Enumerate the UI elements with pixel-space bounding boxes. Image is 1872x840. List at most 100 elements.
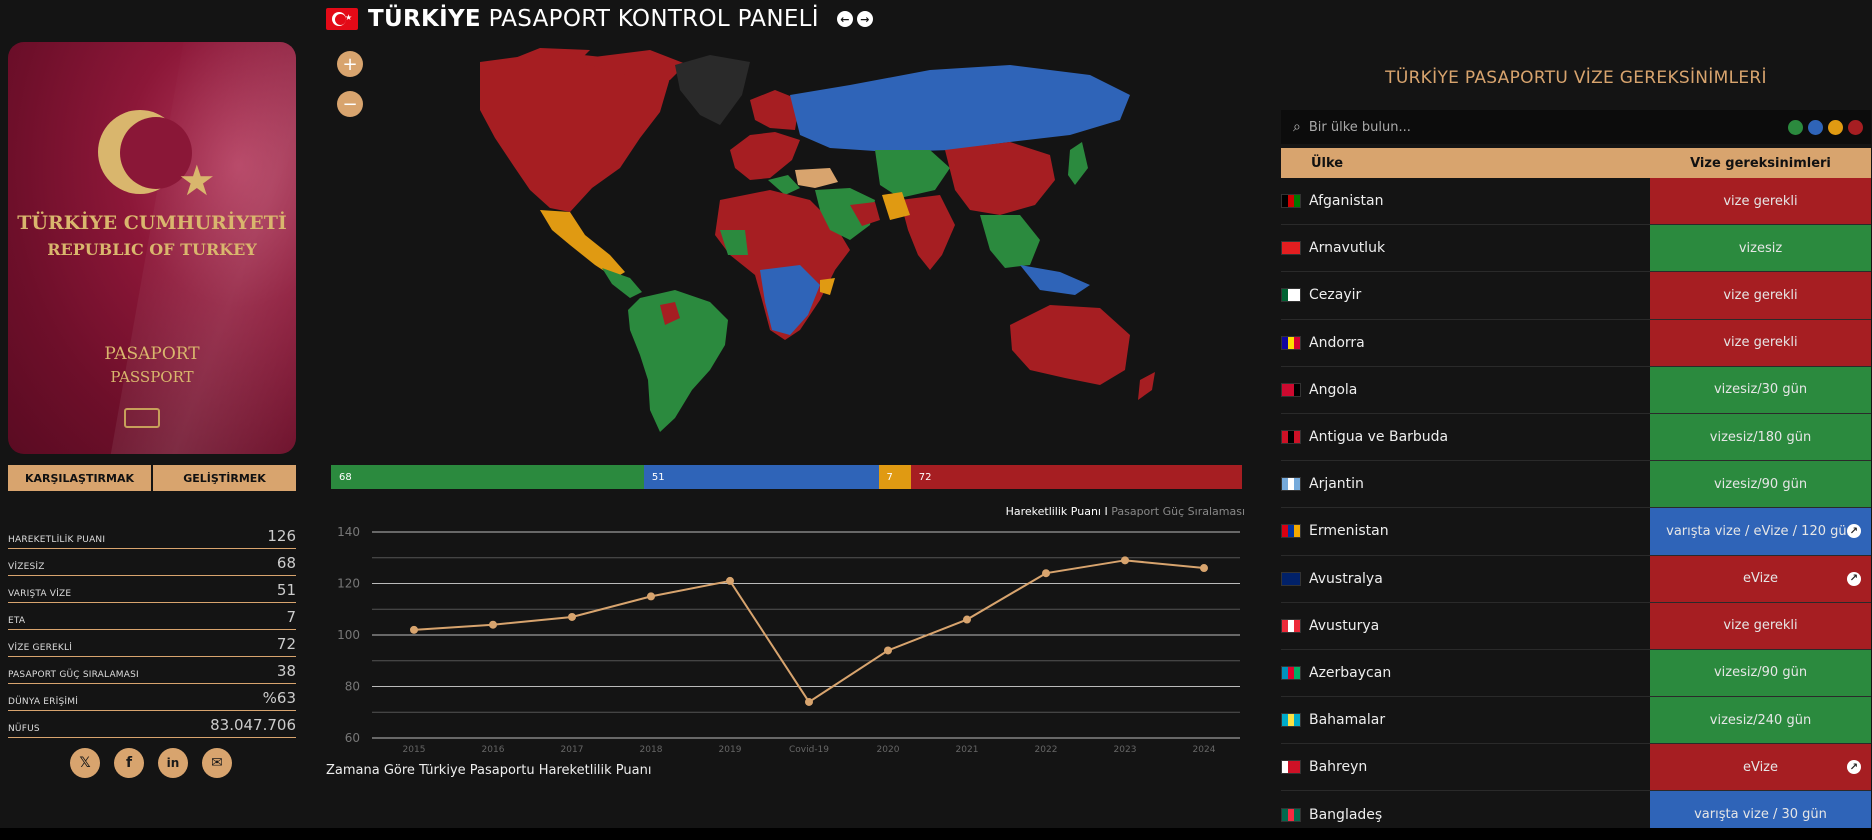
facebook-icon[interactable]: f <box>114 748 144 778</box>
x-tick-label: 2021 <box>956 745 979 755</box>
legend-inactive[interactable]: Pasaport Güç Sıralaması <box>1111 505 1245 518</box>
data-point <box>805 697 813 706</box>
table-row[interactable]: Arnavutluk vizesiz <box>1281 225 1871 273</box>
table-row[interactable]: Bahamalar vizesiz/240 gün <box>1281 697 1871 745</box>
x-icon[interactable]: 𝕏 <box>70 748 100 778</box>
table-row[interactable]: Ermenistan varışta vize / eVize / 120 gün… <box>1281 508 1871 556</box>
bottom-strip <box>0 828 1872 840</box>
flag-icon <box>1281 807 1301 822</box>
country-cell: Avusturya <box>1281 603 1650 649</box>
breakdown-segment[interactable]: 7 <box>878 465 911 489</box>
country-name: Bahamalar <box>1309 712 1386 729</box>
table-row[interactable]: Bahreyn eVize ↗ <box>1281 744 1871 792</box>
zoom-out-button[interactable]: − <box>337 91 363 117</box>
stat-value: 7 <box>286 608 296 626</box>
page-title: TÜRKİYE PASAPORT KONTROL PANELİ <box>368 6 819 32</box>
col-country[interactable]: Ülke <box>1281 156 1650 171</box>
x-tick-label: Covid-19 <box>789 745 829 755</box>
stat-row: PASAPORT GÜÇ SIRALAMASI 38 <box>8 657 296 684</box>
visa-cell: vize gerekli <box>1650 272 1871 319</box>
country-name: Arjantin <box>1309 476 1364 493</box>
country-cell: Afganistan <box>1281 178 1650 224</box>
flag-icon <box>1281 430 1301 445</box>
filter-dot[interactable] <box>1828 119 1843 135</box>
visa-text: varışta vize / 30 gün <box>1694 807 1827 823</box>
table-row[interactable]: Azerbaycan vizesiz/90 gün <box>1281 649 1871 698</box>
data-point <box>1121 556 1129 565</box>
country-cell: Arnavutluk <box>1281 225 1650 271</box>
country-search: ⌕ <box>1281 110 1871 144</box>
compare-button[interactable]: KARŞILAŞTIRMAK <box>8 465 151 491</box>
col-visa[interactable]: Vize gereksinimleri <box>1650 156 1871 171</box>
table-row[interactable]: Arjantin vizesiz/90 gün <box>1281 461 1871 509</box>
x-tick-label: 2020 <box>877 745 900 755</box>
country-name: Andorra <box>1309 334 1365 351</box>
stat-value: 38 <box>276 662 296 680</box>
visa-text: vize gerekli <box>1723 618 1798 634</box>
table-row[interactable]: Cezayir vize gerekli <box>1281 272 1871 320</box>
country-cell: Bahamalar <box>1281 697 1650 743</box>
x-tick-label: 2016 <box>482 745 505 755</box>
stat-row: ETA 7 <box>8 603 296 630</box>
breakdown-segment[interactable]: 51 <box>643 465 879 489</box>
table-row[interactable]: Antigua ve Barbuda vizesiz/180 gün <box>1281 413 1871 462</box>
x-tick-label: 2015 <box>403 745 426 755</box>
table-row[interactable]: Angola vizesiz/30 gün <box>1281 366 1871 414</box>
breakdown-segment[interactable]: 68 <box>331 465 644 489</box>
world-map[interactable] <box>330 40 1248 450</box>
flag-icon <box>1281 477 1301 492</box>
arrow-right-icon[interactable]: → <box>856 11 873 27</box>
visa-cell: vizesiz <box>1650 225 1871 272</box>
search-input[interactable] <box>1308 119 1788 135</box>
stat-row: VARIŞTA VİZE 51 <box>8 576 296 603</box>
stat-value: 51 <box>276 581 296 599</box>
visa-cell: vizesiz/90 gün <box>1650 461 1871 508</box>
y-tick-label: 60 <box>345 731 360 745</box>
visa-cell: eVize ↗ <box>1650 555 1871 602</box>
country-cell: Arjantin <box>1281 461 1650 507</box>
country-name: Avustralya <box>1309 570 1383 587</box>
data-point <box>568 612 576 621</box>
y-tick-label: 140 <box>337 525 360 539</box>
table-row[interactable]: Andorra vize gerekli <box>1281 319 1871 367</box>
table-row[interactable]: Avusturya vize gerekli <box>1281 602 1871 650</box>
country-name: Antigua ve Barbuda <box>1309 429 1449 446</box>
chart-legend[interactable]: Hareketlilik Puanı I Pasaport Güç Sırala… <box>1006 505 1245 518</box>
y-tick-label: 120 <box>337 577 360 591</box>
table-row[interactable]: Avustralya eVize ↗ <box>1281 555 1871 603</box>
biometric-chip-icon <box>124 408 160 428</box>
external-link-icon[interactable]: ↗ <box>1847 571 1861 586</box>
visa-cell: vizesiz/90 gün <box>1650 649 1871 697</box>
stat-value: 72 <box>276 635 296 653</box>
action-buttons: KARŞILAŞTIRMAK GELİŞTİRMEK <box>8 465 296 491</box>
breakdown-segment[interactable]: 72 <box>910 465 1242 489</box>
filter-dot[interactable] <box>1788 119 1803 135</box>
arrow-left-icon[interactable]: ← <box>836 11 853 27</box>
y-tick-label: 80 <box>345 680 360 694</box>
y-tick-label: 100 <box>337 628 360 642</box>
external-link-icon[interactable]: ↗ <box>1847 524 1861 539</box>
external-link-icon[interactable]: ↗ <box>1847 760 1861 775</box>
mail-icon[interactable]: ✉ <box>202 748 232 778</box>
flag-icon <box>1281 382 1301 397</box>
stat-row: VİZE GEREKLİ 72 <box>8 630 296 657</box>
visa-cell: vizesiz/180 gün <box>1650 413 1871 461</box>
country-cell: Angola <box>1281 367 1650 413</box>
linkedin-icon[interactable]: in <box>158 748 188 778</box>
country-cell: Ermenistan <box>1281 508 1650 554</box>
visa-cell: vize gerekli <box>1650 602 1871 649</box>
flag-icon <box>1281 288 1301 303</box>
stat-value: %63 <box>262 689 296 707</box>
legend-active[interactable]: Hareketlilik Puanı <box>1006 505 1101 518</box>
country-cell: Cezayir <box>1281 272 1650 318</box>
star-emblem: ★ <box>178 156 216 205</box>
country-name: Azerbaycan <box>1309 664 1392 681</box>
filter-dot[interactable] <box>1808 119 1823 135</box>
stat-label: VARIŞTA VİZE <box>8 589 72 599</box>
passport-country-tr: TÜRKİYE CUMHURİYETİ <box>17 212 287 234</box>
table-row[interactable]: Afganistan vize gerekli <box>1281 178 1871 226</box>
flag-icon <box>1281 194 1301 209</box>
filter-dot[interactable] <box>1848 119 1863 135</box>
zoom-in-button[interactable]: + <box>337 51 363 77</box>
improve-button[interactable]: GELİŞTİRMEK <box>153 465 296 491</box>
